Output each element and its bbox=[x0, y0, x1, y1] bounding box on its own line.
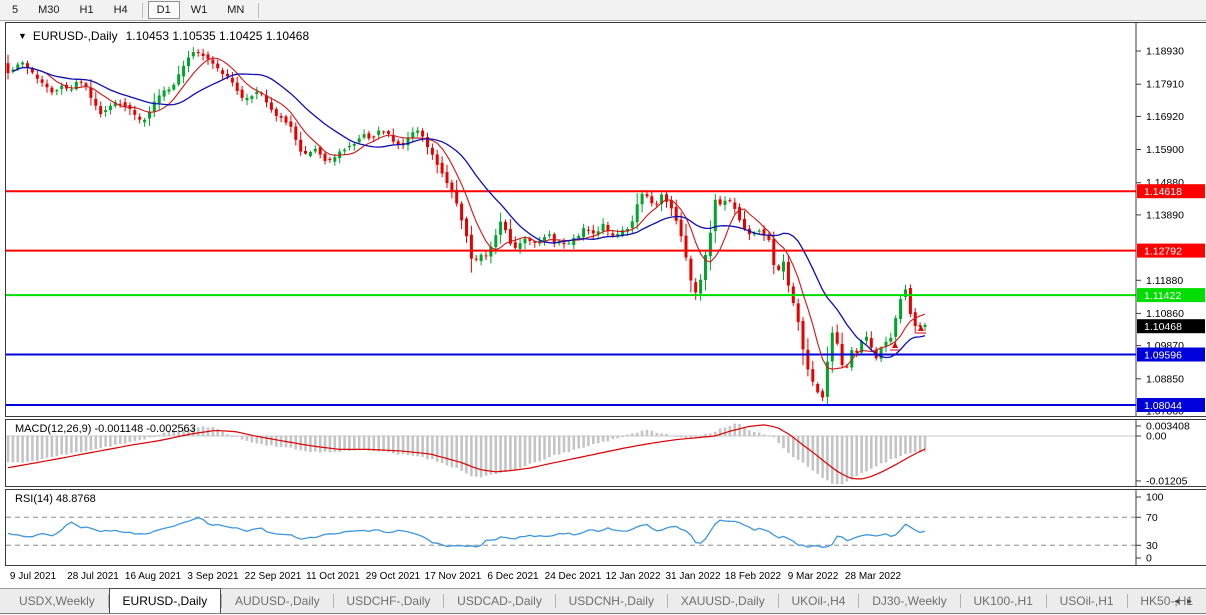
date-label: 3 Sep 2021 bbox=[187, 571, 239, 582]
timeframe-toolbar: 5 M30 H1 H4 D1 W1 MN bbox=[0, 0, 1206, 21]
date-label: 24 Dec 2021 bbox=[544, 571, 602, 582]
svg-text:1.08044: 1.08044 bbox=[1144, 400, 1182, 412]
date-label: 28 Jul 2021 bbox=[67, 571, 119, 582]
tab-dj30-weekly[interactable]: DJ30-,Weekly bbox=[859, 591, 959, 613]
svg-text:1.14618: 1.14618 bbox=[1144, 186, 1182, 198]
timeframe-button-m30[interactable]: M30 bbox=[29, 1, 68, 19]
date-label: 22 Sep 2021 bbox=[244, 571, 302, 582]
svg-text:1.12792: 1.12792 bbox=[1144, 246, 1182, 258]
svg-text:0: 0 bbox=[1146, 553, 1152, 565]
timeframe-button-h4[interactable]: H4 bbox=[105, 1, 137, 19]
macd-panel[interactable]: 0.003408 0.00 -0.01205 MACD(12,26,9) -0.00… bbox=[5, 419, 1206, 487]
date-label: 9 Jul 2021 bbox=[9, 571, 57, 582]
rsi-panel[interactable]: 100 70 30 0 RSI(14) 48.8768 bbox=[5, 489, 1206, 566]
tab-usoil-h1[interactable]: USOil-,H1 bbox=[1047, 591, 1127, 613]
svg-text:1.13890: 1.13890 bbox=[1146, 209, 1184, 221]
tab-usdchf-daily[interactable]: USDCHF-,Daily bbox=[333, 591, 443, 613]
tab-usdcnh-daily[interactable]: USDCNH-,Daily bbox=[556, 591, 667, 613]
svg-text:1.18930: 1.18930 bbox=[1146, 46, 1184, 58]
date-label: 6 Dec 2021 bbox=[487, 571, 539, 582]
macd-label: MACD(12,26,9) -0.001148 -0.002563 bbox=[15, 423, 196, 435]
svg-text:1.11880: 1.11880 bbox=[1146, 275, 1183, 287]
timeframe-button-d1[interactable]: D1 bbox=[147, 1, 180, 19]
timeframe-button-w1[interactable]: W1 bbox=[182, 1, 217, 19]
svg-text:30: 30 bbox=[1146, 540, 1158, 552]
svg-text:100: 100 bbox=[1146, 492, 1164, 504]
tab-audusd-daily[interactable]: AUDUSD-,Daily bbox=[222, 591, 333, 613]
price-chart-panel[interactable]: 1.18930 1.17910 1.16920 1.15900 1.14880 1.138… bbox=[5, 22, 1206, 417]
candlestick-chart[interactable]: 1.189301.179101.169201.159001.148801.138… bbox=[6, 23, 1206, 416]
svg-text:-0.01205: -0.01205 bbox=[1146, 475, 1188, 486]
tab-uk100-h1[interactable]: UK100-,H1 bbox=[960, 591, 1045, 613]
svg-text:70: 70 bbox=[1146, 512, 1158, 524]
toolbar-separator bbox=[141, 2, 143, 18]
tab-eurusd-daily[interactable]: EURUSD-,Daily bbox=[108, 588, 222, 613]
date-axis[interactable]: 9 Jul 2021 28 Jul 2021 16 Aug 2021 3 Sep 20… bbox=[5, 567, 1206, 587]
tab-xauusd-daily[interactable]: XAUUSD-,Daily bbox=[668, 591, 778, 613]
svg-text:1.16920: 1.16920 bbox=[1146, 111, 1184, 123]
date-label: 16 Aug 2021 bbox=[124, 571, 182, 582]
svg-text:1.10860: 1.10860 bbox=[1146, 308, 1184, 320]
date-label: 31 Jan 2022 bbox=[665, 571, 721, 582]
tab-ukoil-h4[interactable]: UKOil-,H4 bbox=[778, 591, 858, 613]
date-label: 12 Jan 2022 bbox=[605, 571, 661, 582]
chart-title: ▼ EURUSD-,Daily 1.10453 1.10535 1.10425 1.… bbox=[18, 29, 309, 43]
date-label: 18 Feb 2022 bbox=[724, 571, 782, 582]
date-label: 29 Oct 2021 bbox=[365, 571, 421, 582]
tab-usdcad-daily[interactable]: USDCAD-,Daily bbox=[444, 591, 555, 613]
timeframe-button-mn[interactable]: MN bbox=[218, 1, 253, 19]
toolbar-separator bbox=[258, 2, 260, 18]
date-label: 11 Oct 2021 bbox=[306, 571, 360, 582]
chart-symbol-label: EURUSD-,Daily bbox=[32, 29, 118, 43]
rsi-label: RSI(14) 48.8768 bbox=[15, 493, 96, 505]
svg-text:1.17910: 1.17910 bbox=[1146, 79, 1184, 91]
chart-ohlc-values: 1.10453 1.10535 1.10425 1.10468 bbox=[125, 29, 310, 43]
tab-scroll-right-icon[interactable]: ▸ bbox=[1187, 596, 1200, 607]
svg-text:1.15900: 1.15900 bbox=[1146, 144, 1184, 156]
date-label: 9 Mar 2022 bbox=[787, 571, 839, 582]
date-label: 17 Nov 2021 bbox=[424, 571, 482, 582]
svg-text:1.10468: 1.10468 bbox=[1144, 321, 1182, 333]
timeframe-button-h1[interactable]: H1 bbox=[71, 1, 103, 19]
trading-app-window: 5 M30 H1 H4 D1 W1 MN 1.18930 1.17910 1.16920 1.15… bbox=[0, 0, 1206, 615]
svg-text:1.08850: 1.08850 bbox=[1146, 373, 1184, 385]
svg-text:0.00: 0.00 bbox=[1146, 431, 1167, 443]
rsi-chart[interactable]: 100 70 300 bbox=[6, 490, 1206, 565]
chart-dropdown-icon[interactable]: ▼ bbox=[18, 31, 27, 41]
tab-scroll-left-icon[interactable]: ◂ bbox=[1174, 596, 1187, 607]
svg-text:1.11422: 1.11422 bbox=[1144, 290, 1181, 302]
date-label: 28 Mar 2022 bbox=[844, 571, 902, 582]
chart-tabbar: USDX,Weekly EURUSD-,Daily AUDUSD-,Daily USD… bbox=[0, 588, 1206, 614]
tab-usdx-weekly[interactable]: USDX,Weekly bbox=[6, 591, 108, 613]
svg-text:1.09596: 1.09596 bbox=[1144, 350, 1182, 362]
timeframe-button-5[interactable]: 5 bbox=[3, 1, 27, 19]
